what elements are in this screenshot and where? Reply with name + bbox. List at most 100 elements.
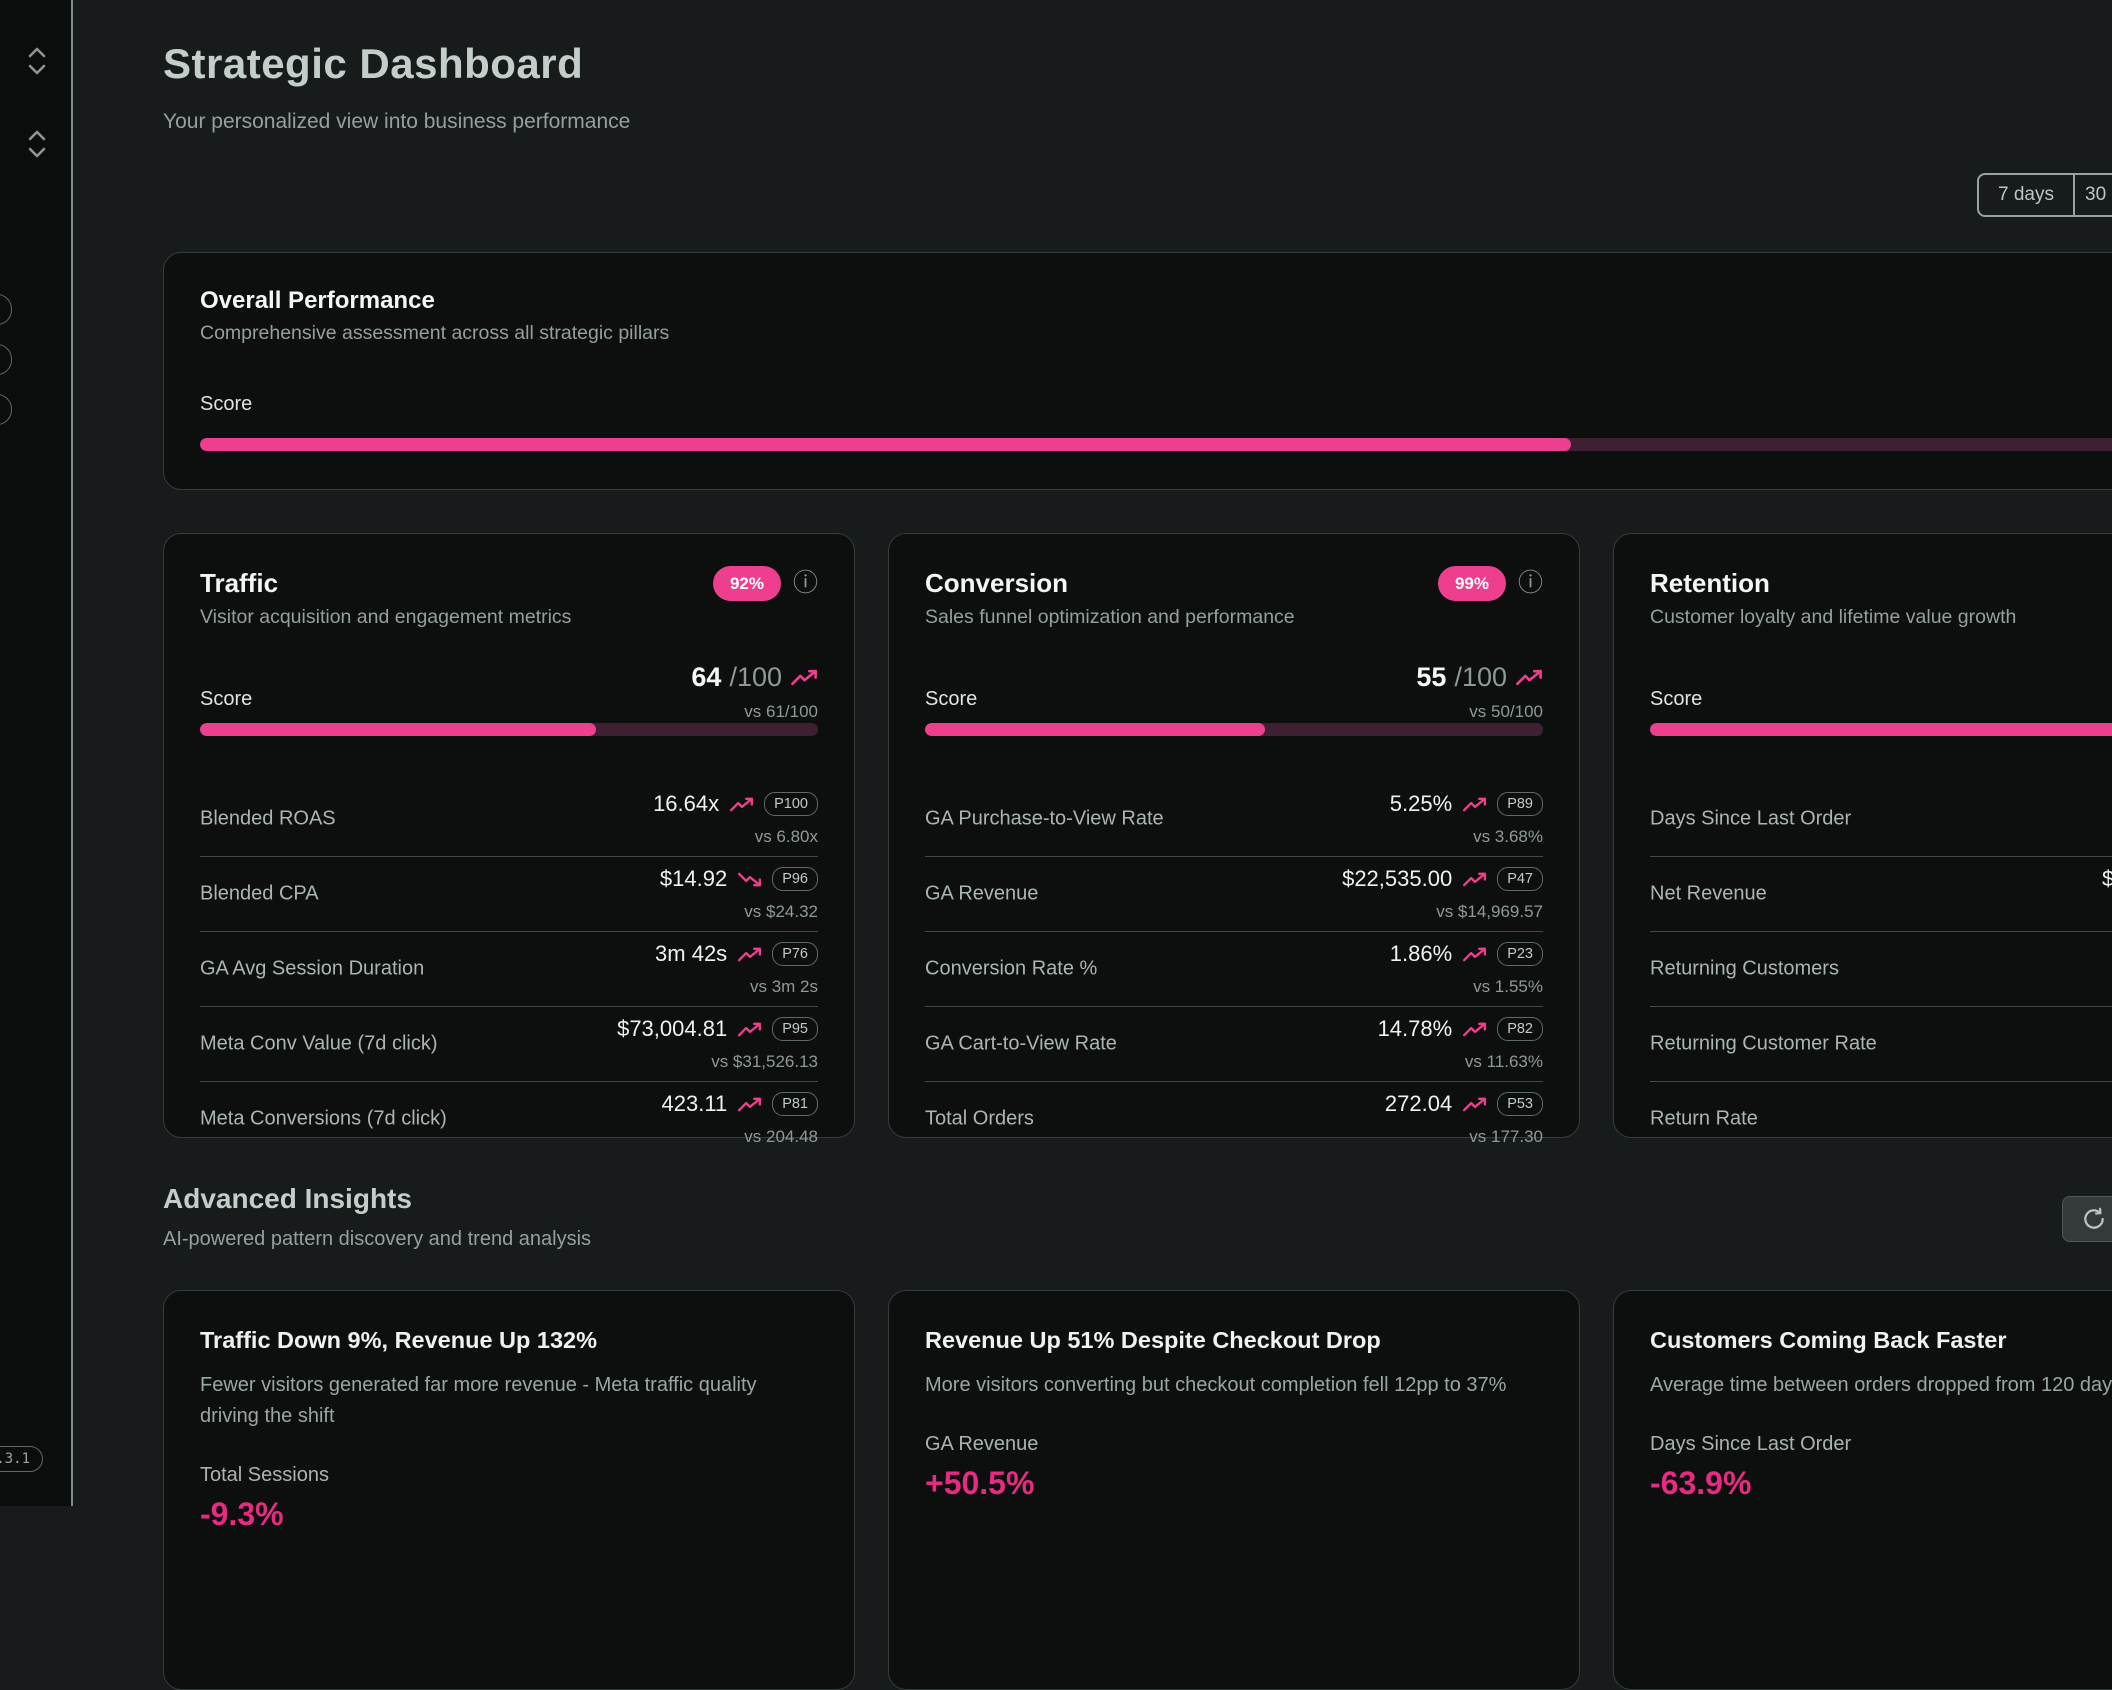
percentile-badge: P82: [1497, 1017, 1543, 1042]
metric-label: Meta Conversions (7d click): [200, 1108, 447, 1131]
trend-down-icon: [737, 871, 762, 888]
metric-comparison: vs $14,969.57: [1436, 902, 1543, 922]
score-progress-bar: [200, 723, 818, 736]
page-subtitle: Your personalized view into business per…: [163, 110, 630, 134]
metric-value-group: $: [2102, 866, 2112, 892]
insight-card: Revenue Up 51% Despite Checkout Drop Mor…: [888, 1290, 1580, 1690]
coming-soon-badge: g Soon: [0, 344, 12, 375]
metric-row: Return Rate: [1650, 1081, 2112, 1156]
percentile-badge: P95: [772, 1017, 818, 1042]
metric-value-group: $14.92 P96: [660, 866, 818, 892]
page-title: Strategic Dashboard: [163, 40, 583, 88]
score-comparison: vs 50/100: [1469, 702, 1543, 722]
metric-label: Meta Conv Value (7d click): [200, 1033, 438, 1056]
metric-label: Total Orders: [925, 1108, 1034, 1131]
advanced-insights-heading: Advanced Insights: [163, 1183, 412, 1215]
refresh-icon: [2081, 1206, 2107, 1232]
score-label: Score: [200, 688, 252, 711]
insight-title: Customers Coming Back Faster: [1650, 1327, 2112, 1354]
metric-label: Return Rate: [1650, 1108, 1758, 1131]
pillar-title: Retention: [1650, 568, 2016, 599]
metric-label: GA Revenue: [925, 883, 1038, 906]
score-comparison: vs 61/100: [744, 702, 818, 722]
trend-up-icon: [1462, 946, 1487, 963]
trend-up-icon: [790, 668, 818, 687]
percentile-badge: P96: [772, 867, 818, 892]
overall-card-title: Overall Performance: [200, 287, 669, 315]
metric-value-group: $22,535.00 P47: [1342, 866, 1543, 892]
metric-row: GA Avg Session Duration 3m 42s P76 vs 3m…: [200, 931, 818, 1006]
coming-soon-badge: g Soon: [0, 394, 12, 425]
pillar-percent-badge: 92%: [713, 566, 781, 601]
conversion-pillar-card: Conversion Sales funnel optimization and…: [888, 533, 1580, 1138]
metric-value-group: 16.64x P100: [653, 791, 818, 817]
insight-metric-label: Days Since Last Order: [1650, 1433, 2112, 1456]
metric-comparison: vs 177.30: [1469, 1127, 1543, 1147]
metric-label: GA Cart-to-View Rate: [925, 1033, 1117, 1056]
score-progress-fill: [925, 723, 1265, 736]
insight-metric-label: Total Sessions: [200, 1464, 818, 1487]
metric-row: Days Since Last Order: [1650, 782, 2112, 856]
metric-row: Total Orders 272.04 P53 vs 177.30: [925, 1081, 1543, 1156]
insight-metric-value: -9.3%: [200, 1496, 818, 1533]
score-total: /100: [1454, 662, 1507, 693]
percentile-badge: P81: [772, 1092, 818, 1117]
metric-label: GA Avg Session Duration: [200, 958, 424, 981]
score-progress-fill: [200, 723, 596, 736]
pillar-subtitle: Sales funnel optimization and performanc…: [925, 606, 1295, 629]
metric-label: Conversion Rate %: [925, 958, 1097, 981]
pillar-title: Traffic: [200, 568, 571, 599]
metric-value: $: [2102, 866, 2112, 892]
trend-up-icon: [1462, 1021, 1487, 1038]
retention-pillar-card: Retention Customer loyalty and lifetime …: [1613, 533, 2112, 1138]
overall-score-progress-fill: [200, 438, 1571, 451]
metric-label: Blended CPA: [200, 883, 319, 906]
metric-label: Returning Customers: [1650, 958, 1839, 981]
coming-soon-badge: g Soon: [0, 294, 12, 325]
metric-comparison: vs 6.80x: [755, 827, 818, 847]
score-total: /100: [729, 662, 782, 693]
percentile-badge: P76: [772, 942, 818, 967]
range-30-days-button[interactable]: 30: [2075, 175, 2112, 215]
refresh-button[interactable]: [2062, 1196, 2112, 1242]
pillar-title: Conversion: [925, 568, 1295, 599]
trend-up-icon: [737, 946, 762, 963]
info-icon[interactable]: ⓘ: [1518, 571, 1543, 596]
overall-performance-card: Overall Performance Comprehensive assess…: [163, 252, 2112, 490]
insight-metric-label: GA Revenue: [925, 1433, 1543, 1456]
range-7-days-button[interactable]: 7 days: [1979, 175, 2075, 215]
pillar-percent-badge: 99%: [1438, 566, 1506, 601]
metric-value-group: 423.11 P81: [662, 1091, 818, 1117]
metric-value: $73,004.81: [617, 1016, 727, 1042]
score-progress-bar: [925, 723, 1543, 736]
advanced-insights-subtitle: AI-powered pattern discovery and trend a…: [163, 1228, 591, 1251]
insight-description: Fewer visitors generated far more revenu…: [200, 1370, 818, 1432]
metric-label: Days Since Last Order: [1650, 808, 1851, 831]
metric-value-group: 5.25% P89: [1390, 791, 1543, 817]
chevron-up-down-icon[interactable]: [26, 129, 48, 159]
pillar-subtitle: Customer loyalty and lifetime value grow…: [1650, 606, 2016, 629]
score-progress-bar: [1650, 723, 2112, 736]
insight-description: Average time between orders dropped from…: [1650, 1370, 2112, 1401]
score-value-group: 64 /100: [691, 662, 818, 693]
metric-label: Returning Customer Rate: [1650, 1033, 1877, 1056]
insight-title: Revenue Up 51% Despite Checkout Drop: [925, 1327, 1543, 1354]
metric-value: 16.64x: [653, 791, 719, 817]
metric-row: Returning Customer Rate: [1650, 1006, 2112, 1081]
metric-value-group: 1.86% P23: [1390, 941, 1543, 967]
metric-value: 5.25%: [1390, 791, 1452, 817]
percentile-badge: P23: [1497, 942, 1543, 967]
info-icon[interactable]: ⓘ: [793, 571, 818, 596]
metric-row: Net Revenue $: [1650, 856, 2112, 931]
score-label: Score: [925, 688, 977, 711]
metric-row: Meta Conversions (7d click) 423.11 P81 v…: [200, 1081, 818, 1156]
chevron-up-down-icon[interactable]: [26, 46, 48, 76]
score-value-group: 55 /100: [1416, 662, 1543, 693]
percentile-badge: P53: [1497, 1092, 1543, 1117]
metric-row: Conversion Rate % 1.86% P23 vs 1.55%: [925, 931, 1543, 1006]
percentile-badge: P47: [1497, 867, 1543, 892]
metric-value: $14.92: [660, 866, 727, 892]
trend-up-icon: [737, 1096, 762, 1113]
metric-comparison: vs 1.55%: [1473, 977, 1543, 997]
trend-up-icon: [737, 1021, 762, 1038]
